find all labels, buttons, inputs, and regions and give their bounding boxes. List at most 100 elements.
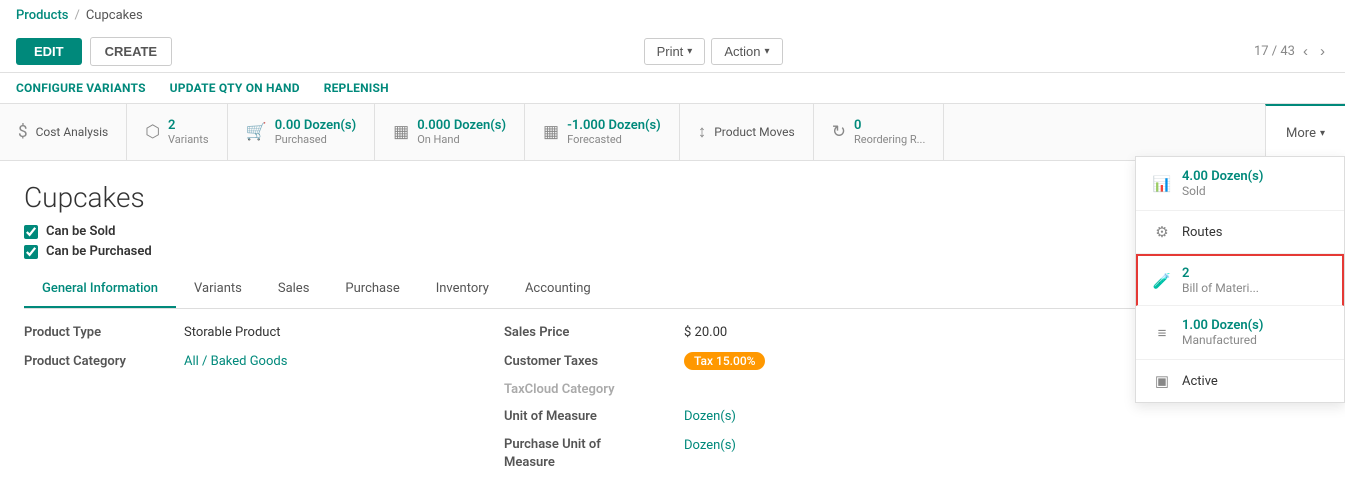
bom-value: 2: [1182, 266, 1259, 281]
dropdown-bom[interactable]: 🧪 2 Bill of Materi...: [1136, 254, 1344, 306]
create-button[interactable]: CREATE: [90, 37, 172, 66]
customer-taxes-row: Customer Taxes Tax 15.00%: [504, 352, 984, 370]
tab-purchase[interactable]: Purchase: [327, 271, 417, 308]
breadcrumb-separator: /: [74, 8, 79, 23]
customer-taxes-label: Customer Taxes: [504, 354, 684, 369]
action-chevron-icon: ▾: [764, 46, 769, 57]
product-moves-label: Product Moves: [714, 125, 794, 139]
fields-left: Product Type Storable Product Product Ca…: [24, 325, 504, 472]
sales-price-value: $ 20.00: [684, 325, 727, 340]
can-be-sold-row: Can be Sold: [24, 224, 1321, 239]
routes-label: Routes: [1182, 225, 1222, 240]
reordering-label: Reordering R...: [854, 133, 925, 146]
sold-value: 4.00 Dozen(s): [1182, 169, 1263, 184]
product-category-label: Product Category: [24, 354, 184, 369]
unit-of-measure-value[interactable]: Dozen(s): [684, 409, 736, 424]
stat-reordering[interactable]: ↻ 0 Reordering R...: [814, 104, 945, 160]
manufactured-icon: ≡: [1152, 324, 1172, 342]
product-category-row: Product Category All / Baked Goods: [24, 354, 504, 369]
more-dropdown: 📊 4.00 Dozen(s) Sold ⚙ Routes 🧪 2 Bill o…: [1135, 156, 1345, 403]
purchased-value: 0.00 Dozen(s): [275, 118, 356, 133]
configure-variants-link[interactable]: CONFIGURE VARIANTS: [16, 81, 146, 95]
dropdown-sold[interactable]: 📊 4.00 Dozen(s) Sold: [1136, 157, 1344, 211]
active-label: Active: [1182, 374, 1218, 389]
more-chevron-icon: ▾: [1320, 128, 1325, 139]
forecasted-icon: ▦: [543, 122, 559, 142]
purchase-uom-label: Purchase Unit ofMeasure: [504, 436, 684, 472]
variants-icon: ⬡: [145, 122, 160, 142]
bom-label: Bill of Materi...: [1182, 281, 1259, 295]
fields-right: Sales Price $ 20.00 Customer Taxes Tax 1…: [504, 325, 984, 472]
pagination: 17 / 43 ‹ ›: [1254, 41, 1329, 62]
can-be-purchased-checkbox[interactable]: [24, 245, 38, 259]
product-name: Cupcakes: [24, 181, 1321, 214]
reorder-icon: ↻: [832, 122, 846, 142]
dropdown-active[interactable]: ▣ Active: [1136, 360, 1344, 402]
stat-product-moves[interactable]: ↕ Product Moves: [680, 104, 814, 160]
print-chevron-icon: ▾: [687, 46, 692, 57]
breadcrumb-current: Cupcakes: [86, 8, 143, 23]
on-hand-icon: ▦: [393, 122, 409, 142]
variants-label: Variants: [168, 133, 208, 146]
can-be-sold-checkbox[interactable]: [24, 225, 38, 239]
manufactured-label: Manufactured: [1182, 333, 1263, 347]
can-be-purchased-row: Can be Purchased: [24, 244, 1321, 259]
moves-icon: ↕: [698, 122, 707, 142]
action-button[interactable]: Action ▾: [711, 38, 782, 65]
dropdown-manufactured[interactable]: ≡ 1.00 Dozen(s) Manufactured: [1136, 306, 1344, 360]
customer-taxes-badge: Tax 15.00%: [684, 352, 765, 370]
routes-icon: ⚙: [1152, 223, 1172, 241]
purchase-uom-row: Purchase Unit ofMeasure Dozen(s): [504, 436, 984, 472]
more-label: More: [1286, 126, 1316, 141]
forecasted-value: -1.000 Dozen(s): [567, 118, 661, 133]
dollar-icon: $: [18, 122, 28, 142]
more-button[interactable]: More ▾: [1265, 104, 1345, 160]
tab-accounting[interactable]: Accounting: [507, 271, 609, 308]
variants-value: 2: [168, 118, 208, 133]
product-category-value[interactable]: All / Baked Goods: [184, 354, 287, 369]
manufactured-value: 1.00 Dozen(s): [1182, 318, 1263, 333]
action-bar: CONFIGURE VARIANTS UPDATE QTY ON HAND RE…: [0, 73, 1345, 104]
breadcrumb-parent[interactable]: Products: [16, 8, 68, 23]
product-type-row: Product Type Storable Product: [24, 325, 504, 340]
taxcloud-category-row: TaxCloud Category: [504, 382, 984, 397]
print-label: Print: [657, 44, 684, 59]
active-icon: ▣: [1152, 372, 1172, 390]
purchased-label: Purchased: [275, 133, 356, 146]
pagination-text: 17 / 43: [1254, 44, 1295, 59]
tab-variants[interactable]: Variants: [176, 271, 260, 308]
action-label: Action: [724, 44, 760, 59]
purchase-uom-value[interactable]: Dozen(s): [684, 436, 736, 453]
breadcrumb: Products / Cupcakes: [0, 0, 1345, 31]
header-bar: EDIT CREATE Print ▾ Action ▾ 17 / 43 ‹ ›: [0, 31, 1345, 73]
edit-button[interactable]: EDIT: [16, 38, 82, 65]
fields-section: Product Type Storable Product Product Ca…: [24, 309, 984, 488]
cost-analysis-label: Cost Analysis: [36, 125, 109, 139]
tab-sales[interactable]: Sales: [260, 271, 328, 308]
tab-general-information[interactable]: General Information: [24, 271, 176, 308]
update-qty-link[interactable]: UPDATE QTY ON HAND: [170, 81, 300, 95]
sold-icon: 📊: [1152, 175, 1172, 193]
prev-page-button[interactable]: ‹: [1299, 41, 1312, 62]
taxcloud-category-label: TaxCloud Category: [504, 382, 684, 397]
unit-of-measure-label: Unit of Measure: [504, 409, 684, 424]
stat-purchased[interactable]: 🛒 0.00 Dozen(s) Purchased: [228, 104, 376, 160]
next-page-button[interactable]: ›: [1316, 41, 1329, 62]
sales-price-label: Sales Price: [504, 325, 684, 340]
cart-icon: 🛒: [246, 122, 267, 142]
bom-icon: 🧪: [1152, 272, 1172, 290]
on-hand-label: On Hand: [417, 133, 506, 146]
replenish-link[interactable]: REPLENISH: [324, 81, 389, 95]
unit-of-measure-row: Unit of Measure Dozen(s): [504, 409, 984, 424]
tabs: General Information Variants Sales Purch…: [24, 271, 1321, 309]
stat-variants[interactable]: ⬡ 2 Variants: [127, 104, 227, 160]
print-button[interactable]: Print ▾: [644, 38, 706, 65]
stat-on-hand[interactable]: ▦ 0.000 Dozen(s) On Hand: [375, 104, 525, 160]
stat-cost-analysis[interactable]: $ Cost Analysis: [0, 104, 127, 160]
stats-bar: $ Cost Analysis ⬡ 2 Variants 🛒 0.00 Doze…: [0, 104, 1345, 161]
can-be-purchased-label: Can be Purchased: [46, 244, 152, 259]
stat-forecasted[interactable]: ▦ -1.000 Dozen(s) Forecasted: [525, 104, 680, 160]
dropdown-routes[interactable]: ⚙ Routes: [1136, 211, 1344, 254]
tab-inventory[interactable]: Inventory: [418, 271, 507, 308]
sold-label: Sold: [1182, 184, 1263, 198]
